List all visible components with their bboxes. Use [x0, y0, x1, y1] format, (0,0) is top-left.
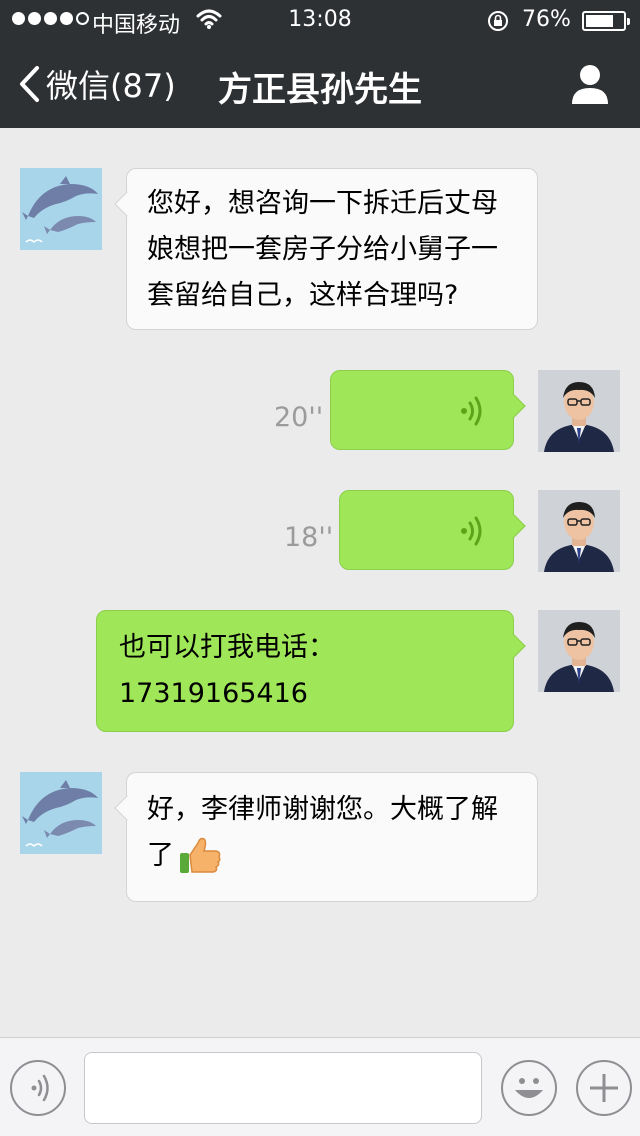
contact-avatar[interactable]: [20, 772, 102, 854]
message-text-line: 了: [147, 840, 174, 871]
dolphin-avatar-image: [20, 168, 102, 250]
voice-duration: 20'': [274, 402, 324, 433]
battery-percent: 76%: [522, 7, 571, 32]
phone-number-link[interactable]: 17319165416: [119, 671, 535, 717]
plus-icon: [590, 1074, 618, 1102]
message-text-line: 您好，想咨询一下拆迁后丈母: [147, 188, 498, 219]
rotation-lock-icon: [486, 9, 510, 39]
message-input[interactable]: [84, 1052, 482, 1124]
top-header: 中国移动 13:08 76% 微信(87) 方正县孙先生: [0, 0, 640, 128]
chat-info-button[interactable]: [568, 62, 612, 106]
message-bubble-incoming[interactable]: 您好，想咨询一下拆迁后丈母 娘想把一套房子分给小舅子一 套留给自己，这样合理吗?: [114, 168, 538, 330]
message-bubble-incoming[interactable]: 好，李律师谢谢您。大概了解 了: [114, 772, 538, 902]
emoji-button[interactable]: [501, 1060, 557, 1116]
dolphin-avatar-image: [20, 772, 102, 854]
voice-input-icon: [31, 1074, 49, 1102]
chevron-left-icon: [20, 66, 39, 102]
battery-icon: [582, 11, 630, 31]
user-avatar[interactable]: [538, 490, 620, 572]
user-avatar[interactable]: [538, 370, 620, 452]
user-avatar[interactable]: [538, 610, 620, 692]
person-icon: [572, 65, 608, 104]
back-button[interactable]: 微信(87): [18, 62, 176, 106]
message-bubble-outgoing[interactable]: 也可以打我电话： 17319165416: [96, 610, 526, 732]
voice-message-bubble[interactable]: [339, 490, 526, 570]
thumbs-up-icon: [180, 837, 221, 873]
voice-duration: 18'': [284, 522, 334, 553]
chat-title: 方正县孙先生: [218, 70, 422, 110]
voice-wave-icon: [461, 516, 482, 546]
status-bar: 中国移动 13:08 76%: [0, 0, 640, 40]
voice-message-bubble[interactable]: [330, 370, 526, 450]
lawyer-avatar-image: [538, 610, 620, 692]
emoji-icon: [515, 1078, 543, 1098]
voice-wave-icon: [461, 396, 482, 426]
back-label: 微信(87): [46, 67, 176, 105]
lawyer-avatar-image: [538, 490, 620, 572]
message-text-line: 也可以打我电话：: [119, 632, 335, 663]
more-options-button[interactable]: [576, 1060, 632, 1116]
message-text-line: 好，李律师谢谢您。大概了解: [147, 794, 498, 825]
lawyer-avatar-image: [538, 370, 620, 452]
voice-input-toggle-button[interactable]: [10, 1060, 66, 1116]
contact-avatar[interactable]: [20, 168, 102, 250]
chat-input-bar: [0, 1037, 640, 1136]
message-text-line: 套留给自己，这样合理吗?: [147, 280, 459, 311]
message-text-line: 娘想把一套房子分给小舅子一: [147, 234, 498, 265]
